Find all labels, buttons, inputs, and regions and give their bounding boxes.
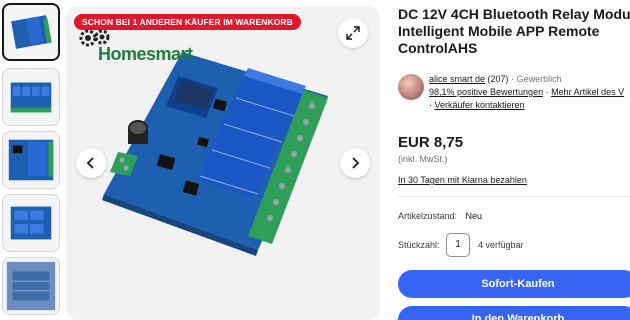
chevron-right-icon (352, 157, 360, 169)
item-condition: Artikelzustand: Neu (398, 211, 482, 221)
availability-text: 4 verfügbar (478, 240, 524, 250)
main-image-gallery[interactable]: SCHON BEI 1 ANDEREN KÄUFER IM WARENKORB … (66, 6, 380, 320)
thumbnail-3[interactable] (2, 131, 60, 189)
previous-image-button[interactable] (76, 148, 106, 178)
seller-feedback-count: (207) (487, 74, 509, 84)
separator: · (511, 74, 515, 84)
title-line-2: Intelligent Mobile APP Remote (398, 23, 600, 39)
quantity-input[interactable]: 1 (446, 233, 470, 257)
thumbnail-strip (0, 0, 62, 320)
brand-logo: Homesmart (76, 28, 226, 68)
listing-title: DC 12V 4CH Bluetooth Relay Module Intell… (398, 6, 630, 57)
expand-image-button[interactable] (338, 18, 368, 48)
positive-feedback-link[interactable]: 98,1% positive Bewertungen (429, 87, 543, 97)
chevron-left-icon (86, 157, 94, 169)
thumbnail-1[interactable] (2, 3, 60, 61)
quantity-row: Stückzahl: 1 4 verfügbar (398, 233, 630, 257)
title-line-1: DC 12V 4CH Bluetooth Relay Module (398, 6, 630, 22)
separator: · (545, 87, 549, 97)
more-items-link[interactable]: Mehr Artikel des V (551, 87, 624, 97)
quantity-label: Stückzahl: (398, 240, 440, 250)
contact-seller-link[interactable]: Verkäufer kontaktieren (435, 100, 525, 110)
seller-line: alice smart de (207) · Gewerblich (429, 74, 562, 84)
contact-line: · Verkäufer kontaktieren (429, 100, 525, 110)
seller-type: Gewerblich (516, 74, 562, 84)
buy-now-button[interactable]: Sofort-Kaufen (398, 270, 630, 298)
klarna-link[interactable]: In 30 Tagen mit Klarna bezahlen (398, 175, 527, 185)
seller-links: 98,1% positive Bewertungen · Mehr Artike… (429, 87, 624, 97)
vat-note: (inkl. MwSt.) (398, 154, 448, 164)
next-image-button[interactable] (340, 148, 370, 178)
seller-name-link[interactable]: alice smart de (429, 74, 485, 84)
title-line-3: ControlAHS (398, 40, 478, 56)
separator: · (429, 100, 432, 110)
brand-text: Homesmart (98, 44, 193, 64)
thumbnail-4[interactable] (2, 194, 60, 252)
condition-label: Artikelzustand: (398, 211, 458, 221)
seller-avatar[interactable] (398, 74, 424, 100)
add-to-cart-button[interactable]: In den Warenkorb (398, 306, 630, 320)
expand-icon (346, 26, 360, 40)
seller-info: alice smart de (207) · Gewerblich 98,1% … (398, 72, 630, 112)
listing-info: DC 12V 4CH Bluetooth Relay Module Intell… (398, 0, 630, 320)
divider (398, 196, 630, 197)
thumbnail-2[interactable] (2, 68, 60, 126)
thumbnail-5[interactable] (2, 257, 60, 315)
price: EUR 8,75 (398, 134, 464, 151)
condition-value: Neu (465, 211, 483, 221)
